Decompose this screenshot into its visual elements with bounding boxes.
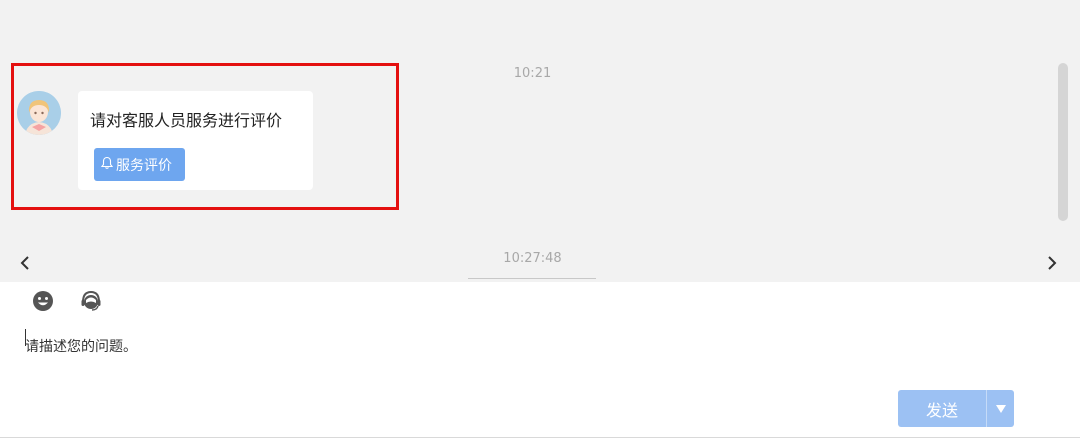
headset-agent-icon[interactable]	[79, 289, 103, 313]
message-input[interactable]	[25, 327, 1055, 367]
timestamp-divider	[468, 278, 596, 279]
send-button-group: 发送	[898, 390, 1014, 427]
chevron-right-icon[interactable]	[1041, 252, 1061, 274]
triangle-down-icon	[995, 399, 1007, 418]
message-timestamp: 10:21	[513, 66, 552, 81]
highlight-annotation-box	[11, 63, 399, 210]
smiley-face-icon[interactable]	[32, 290, 54, 312]
chat-scrollbar[interactable]	[1058, 63, 1068, 221]
bottom-divider	[0, 437, 1080, 438]
chevron-left-icon[interactable]	[16, 252, 36, 274]
send-button[interactable]: 发送	[898, 390, 986, 427]
session-timestamp: 10:27:48	[503, 251, 562, 266]
text-caret	[25, 329, 26, 346]
send-options-dropdown[interactable]	[987, 390, 1014, 427]
